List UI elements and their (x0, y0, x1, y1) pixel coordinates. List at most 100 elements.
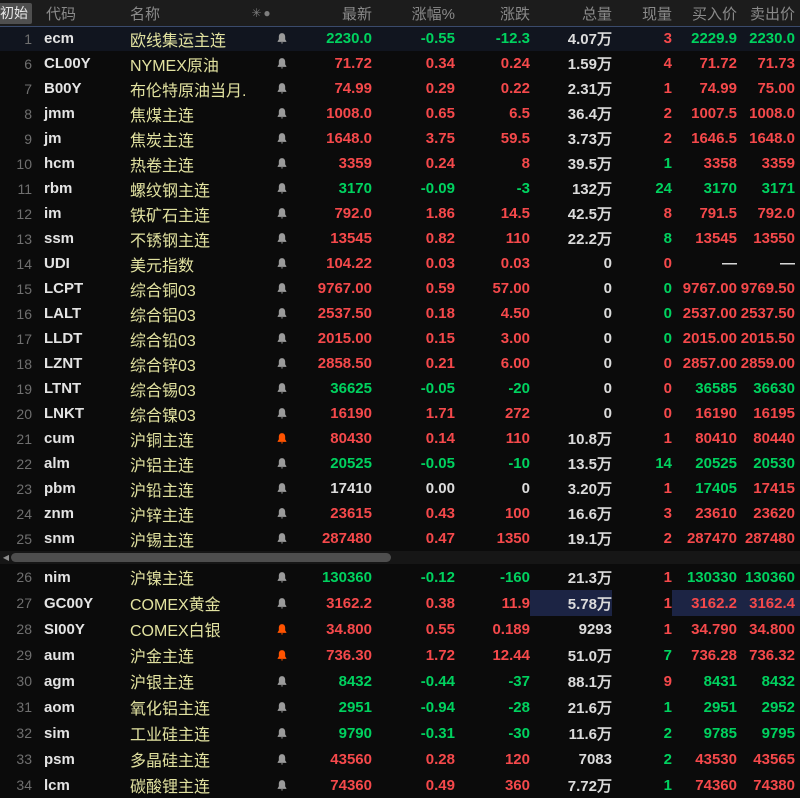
alert-bell-icon[interactable] (246, 694, 296, 720)
row-number: 21 (16, 430, 32, 447)
table-row[interactable]: 32 sim 工业硅主连 9790 -0.31 -30 11.6万 2 9785… (0, 720, 800, 746)
table-row[interactable]: 13 ssm 不锈钢主连 13545 0.82 110 22.2万 8 1354… (0, 226, 800, 251)
cell-change: -28 (508, 698, 530, 716)
table-row[interactable]: 16 LALT 综合铝03 2537.50 0.18 4.50 0 0 2537… (0, 301, 800, 326)
row-number: 17 (16, 330, 32, 347)
alert-bell-icon[interactable] (246, 326, 296, 351)
table-row[interactable]: 26 nim 沪镍主连 130360 -0.12 -160 21.3万 1 13… (0, 564, 800, 590)
cell-last-price: 23615 (330, 505, 372, 522)
cell-bid-price: 287470 (686, 530, 737, 547)
cell-change-percent: 1.86 (425, 205, 455, 222)
cell-ask-price: 8432 (761, 672, 795, 690)
table-row[interactable]: 25 snm 沪锡主连 287480 0.47 1350 19.1万 2 287… (0, 526, 800, 551)
cell-current-volume: 8 (663, 205, 672, 222)
table-row[interactable]: 19 LTNT 综合锡03 36625 -0.05 -20 0 0 36585 … (0, 376, 800, 401)
alert-bell-icon[interactable] (246, 451, 296, 476)
table-row[interactable]: 31 aom 氧化铝主连 2951 -0.94 -28 21.6万 1 2951… (0, 694, 800, 720)
alert-bell-icon[interactable] (246, 351, 296, 376)
alert-bell-icon[interactable] (246, 772, 296, 798)
table-row[interactable]: 28 SI00Y COMEX白银 34.800 0.55 0.189 9293 … (0, 616, 800, 642)
table-row[interactable]: 20 LNKT 综合镍03 16190 1.71 272 0 0 16190 1… (0, 401, 800, 426)
cell-bid-price: — (722, 255, 737, 272)
alert-bell-icon[interactable] (246, 642, 296, 668)
table-row[interactable]: 33 psm 多晶硅主连 43560 0.28 120 7083 2 43530… (0, 746, 800, 772)
alert-bell-icon[interactable] (246, 564, 296, 590)
cell-change-percent: -0.31 (420, 724, 455, 742)
cell-change-percent: 0.03 (425, 255, 455, 272)
initial-sort-button[interactable]: 初始 (0, 2, 32, 24)
table-row[interactable]: 14 UDI 美元指数 104.22 0.03 0.03 0 0 — — (0, 251, 800, 276)
alert-bell-icon[interactable] (246, 746, 296, 772)
table-row[interactable]: 8 jmm 焦煤主连 1008.0 0.65 6.5 36.4万 2 1007.… (0, 101, 800, 126)
alert-bell-icon[interactable] (246, 151, 296, 176)
alert-bell-icon[interactable] (246, 426, 296, 451)
cell-bid-price: 8431 (703, 672, 737, 690)
alert-bell-icon[interactable] (246, 176, 296, 201)
alert-bell-icon[interactable] (246, 51, 296, 76)
table-row[interactable]: 1 ecm 欧线集运主连 2230.0 -0.55 -12.3 4.07万 3 … (0, 26, 800, 51)
alert-bell-icon[interactable] (246, 201, 296, 226)
header-ask-price[interactable]: 卖出价 (750, 3, 795, 24)
alert-bell-icon[interactable] (246, 720, 296, 746)
table-row[interactable]: 29 aum 沪金主连 736.30 1.72 12.44 51.0万 7 73… (0, 642, 800, 668)
header-code[interactable]: 代码 (46, 3, 76, 24)
header-name[interactable]: 名称 (130, 3, 160, 24)
alert-bell-icon[interactable] (246, 401, 296, 426)
alert-bell-icon[interactable] (246, 668, 296, 694)
table-row[interactable]: 18 LZNT 综合锌03 2858.50 0.21 6.00 0 0 2857… (0, 351, 800, 376)
contract-code: UDI (44, 255, 70, 272)
alert-bell-icon[interactable] (246, 276, 296, 301)
alert-bell-icon[interactable] (246, 616, 296, 642)
table-row[interactable]: 6 CL00Y NYMEX原油 71.72 0.34 0.24 1.59万 4 … (0, 51, 800, 76)
table-row[interactable]: 30 agm 沪银主连 8432 -0.44 -37 88.1万 9 8431 … (0, 668, 800, 694)
cell-bid-price: 791.5 (699, 205, 737, 222)
display-mode-icon[interactable]: ✳● (251, 6, 272, 20)
cell-last-price: 287480 (321, 530, 372, 547)
header-total-volume[interactable]: 总量 (582, 3, 612, 24)
table-row[interactable]: 34 lcm 碳酸锂主连 74360 0.49 360 7.72万 1 7436… (0, 772, 800, 798)
header-change[interactable]: 涨跌 (500, 3, 530, 24)
scrollbar-thumb[interactable] (11, 553, 391, 562)
horizontal-scrollbar[interactable]: ◀ (0, 551, 800, 564)
header-change-percent[interactable]: 涨幅% (412, 3, 455, 24)
alert-bell-icon[interactable] (246, 76, 296, 101)
cell-total-volume: 21.3万 (567, 569, 612, 587)
alert-bell-icon[interactable] (246, 301, 296, 326)
alert-bell-icon[interactable] (246, 26, 296, 51)
alert-bell-icon[interactable] (246, 226, 296, 251)
contract-name: 沪铜主连 (130, 432, 195, 450)
cell-ask-price: 13550 (753, 230, 795, 247)
contract-name: 热卷主连 (130, 157, 195, 175)
header-last-price[interactable]: 最新 (342, 3, 372, 24)
alert-bell-icon[interactable] (246, 126, 296, 151)
cell-current-volume: 1 (663, 480, 672, 497)
table-row[interactable]: 17 LLDT 综合铅03 2015.00 0.15 3.00 0 0 2015… (0, 326, 800, 351)
table-row[interactable]: 9 jm 焦炭主连 1648.0 3.75 59.5 3.73万 2 1646.… (0, 126, 800, 151)
alert-bell-icon[interactable] (246, 376, 296, 401)
alert-bell-icon[interactable] (246, 101, 296, 126)
alert-bell-icon[interactable] (246, 501, 296, 526)
table-row[interactable]: 27 GC00Y COMEX黄金 3162.2 0.38 11.9 5.78万 … (0, 590, 800, 616)
row-number: 33 (16, 751, 32, 767)
alert-bell-icon[interactable] (246, 251, 296, 276)
alert-bell-icon[interactable] (246, 526, 296, 551)
table-row[interactable]: 7 B00Y 布伦特原油当月... 74.99 0.29 0.22 2.31万 … (0, 76, 800, 101)
table-row[interactable]: 22 alm 沪铝主连 20525 -0.05 -10 13.5万 14 205… (0, 451, 800, 476)
table-row[interactable]: 11 rbm 螺纹钢主连 3170 -0.09 -3 132万 24 3170 … (0, 176, 800, 201)
cell-current-volume: 1 (663, 620, 672, 638)
header-current-volume[interactable]: 现量 (642, 3, 672, 24)
table-row[interactable]: 21 cum 沪铜主连 80430 0.14 110 10.8万 1 80410… (0, 426, 800, 451)
alert-bell-icon[interactable] (246, 590, 296, 616)
header-bid-price[interactable]: 买入价 (692, 3, 737, 24)
alert-bell-icon[interactable] (246, 476, 296, 501)
table-row[interactable]: 23 pbm 沪铅主连 17410 0.00 0 3.20万 1 17405 1… (0, 476, 800, 501)
table-row[interactable]: 10 hcm 热卷主连 3359 0.24 8 39.5万 1 3358 335… (0, 151, 800, 176)
contract-code: snm (44, 530, 75, 547)
cell-change: 0.189 (492, 620, 530, 638)
cell-total-volume: 39.5万 (567, 156, 612, 173)
cell-change-percent: 0.29 (425, 80, 455, 97)
contract-code: znm (44, 505, 74, 522)
table-row[interactable]: 12 im 铁矿石主连 792.0 1.86 14.5 42.5万 8 791.… (0, 201, 800, 226)
table-row[interactable]: 15 LCPT 综合铜03 9767.00 0.59 57.00 0 0 976… (0, 276, 800, 301)
table-row[interactable]: 24 znm 沪锌主连 23615 0.43 100 16.6万 3 23610… (0, 501, 800, 526)
